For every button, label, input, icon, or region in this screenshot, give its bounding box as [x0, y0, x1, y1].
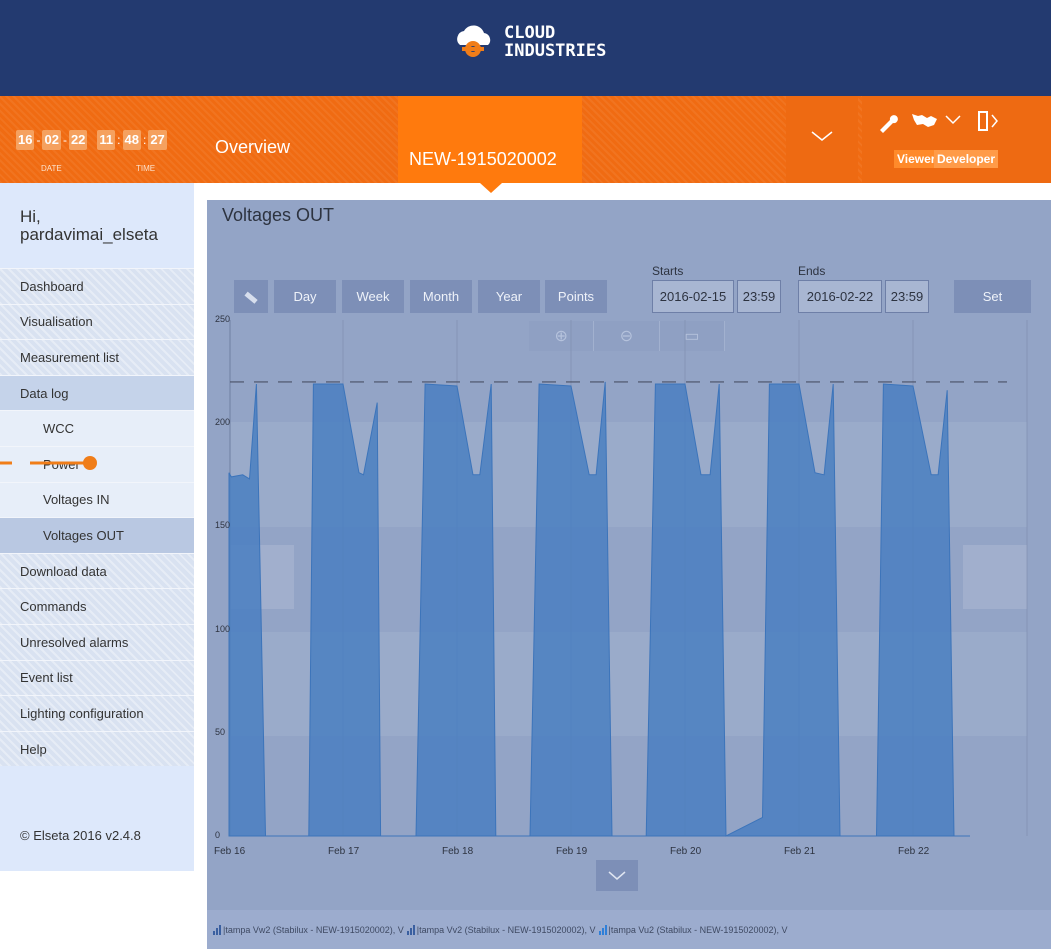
x-tick-label: Feb 20 [670, 846, 702, 857]
y-tick-label: 250 [215, 314, 231, 324]
legend-label: |tampa Vv2 (Stabilux - NEW-1915020002), … [416, 924, 596, 935]
legend-label: |tampa Vu2 (Stabilux - NEW-1915020002), … [608, 924, 788, 935]
legend-item[interactable]: |tampa Vu2 (Stabilux - NEW-1915020002), … [598, 924, 788, 935]
y-tick-label: 100 [215, 623, 231, 634]
chevron-down-icon [608, 870, 626, 880]
voltage-chart [228, 320, 1028, 837]
pointer-annotation [0, 456, 97, 470]
x-tick-label: Feb 18 [442, 846, 474, 857]
y-tick-label: 0 [215, 830, 221, 840]
bar-chart-icon [598, 924, 607, 935]
y-tick-label: 200 [215, 417, 231, 428]
x-tick-label: Feb 21 [784, 846, 816, 857]
x-tick-label: Feb 16 [214, 846, 246, 857]
y-tick-label: 50 [215, 726, 226, 737]
bar-chart-icon [406, 924, 415, 935]
expand-button[interactable] [596, 860, 638, 891]
chart-legend: |tampa Vw2 (Stabilux - NEW-1915020002), … [207, 910, 1051, 949]
x-tick-label: Feb 17 [328, 846, 360, 857]
y-tick-label: 150 [215, 520, 231, 531]
x-tick-label: Feb 22 [898, 846, 930, 857]
bar-chart-icon [213, 924, 221, 935]
legend-item[interactable]: |tampa Vv2 (Stabilux - NEW-1915020002), … [406, 924, 596, 935]
legend-item[interactable]: |tampa Vw2 (Stabilux - NEW-1915020002), … [213, 924, 404, 935]
legend-label: |tampa Vw2 (Stabilux - NEW-1915020002), … [223, 924, 404, 935]
series-area-voltage [228, 381, 970, 837]
x-tick-label: Feb 19 [556, 846, 588, 857]
